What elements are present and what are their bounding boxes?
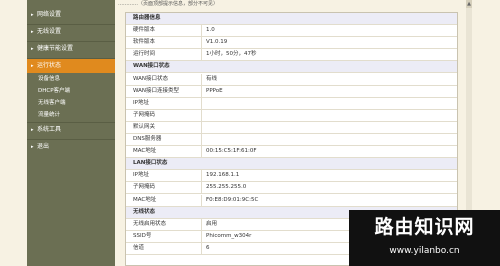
sidebar-item-wireless[interactable]: ▸ 无线设置 xyxy=(27,25,115,39)
table-row: 硬件版本 1.0 xyxy=(126,25,457,38)
watermark-url: www.yilanbo.cn xyxy=(389,246,460,256)
sidebar-item-network[interactable]: ▸ 网络设置 xyxy=(27,8,115,22)
table-row: 默认网关 xyxy=(126,121,457,134)
table-row: DNS服务器 xyxy=(126,134,457,147)
sidebar-subitem-traffic-stats[interactable]: 流量统计 xyxy=(27,109,115,121)
table-row: 软件版本 V1.0.19 xyxy=(126,37,457,50)
section-header: 路由器信息 xyxy=(126,13,457,26)
sidebar-subitem-device-info[interactable]: 设备信息 xyxy=(27,73,115,85)
table-row: WAN接口状态 有线 xyxy=(126,73,457,86)
table-row: WAN接口连接类型 PPPoE xyxy=(126,85,457,98)
top-notice: …………（页面顶部提示信息，部分不可见） xyxy=(118,1,219,7)
table-row: IP地址 192.168.1.1 xyxy=(126,170,457,183)
sidebar-item-power-saving[interactable]: ▸ 健康节能设置 xyxy=(27,42,115,56)
table-row: 运行时间 1小时，50分，47秒 xyxy=(126,49,457,62)
scroll-up-icon[interactable]: ▲ xyxy=(466,0,472,8)
table-row: MAC地址 F0:E8:D9:01:9C:5C xyxy=(126,194,457,207)
table-row: IP地址 xyxy=(126,97,457,110)
sidebar-item-logout[interactable]: ▸ 退出 xyxy=(27,140,115,154)
sidebar-subitem-dhcp-clients[interactable]: DHCP客户端 xyxy=(27,85,115,97)
table-row: 子网掩码 xyxy=(126,109,457,122)
sidebar-subitem-wireless-clients[interactable]: 无线客户端 xyxy=(27,97,115,109)
watermark: 路由知识网 www.yilanbo.cn xyxy=(349,210,500,266)
sidebar-nav: ▸ 网络设置 ▸ 无线设置 ▸ 健康节能设置 ▸ 运行状态 设备信息 DHCP客户端 无… xyxy=(27,0,115,266)
sidebar-item-system-tools[interactable]: ▸ 系统工具 xyxy=(27,123,115,137)
sidebar-item-status[interactable]: ▸ 运行状态 xyxy=(27,59,115,73)
watermark-title: 路由知识网 xyxy=(374,216,475,238)
table-row: 子网掩码 255.255.255.0 xyxy=(126,182,457,195)
section-header: WAN接口状态 xyxy=(126,61,457,74)
section-header: LAN接口状态 xyxy=(126,158,457,171)
table-row: MAC地址 00:15:C5:1F:61:0F xyxy=(126,146,457,159)
